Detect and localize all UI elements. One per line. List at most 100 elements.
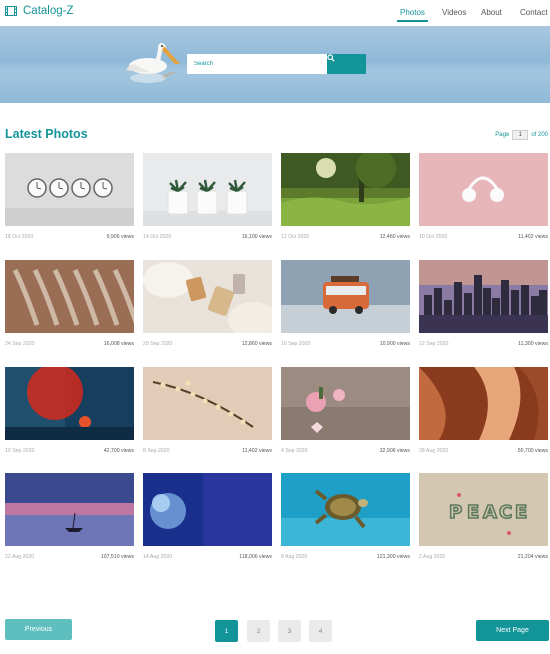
photo-views: 42,700 views [103,448,134,454]
photo-meta: 10 Oct 2020 11,402 views [419,234,548,240]
photo-thumbnail[interactable] [5,260,134,333]
nav-about[interactable]: About [481,8,502,17]
page-total: of 200 [531,132,548,138]
next-page-button[interactable]: Next Page [476,620,549,641]
nav-contact[interactable]: Contact [520,8,548,17]
photo-date: 28 Aug 2020 [419,448,449,454]
photo-image [143,367,272,440]
photo-thumbnail[interactable] [281,367,410,440]
photo-thumbnail[interactable] [143,473,272,546]
photo-date: 22 Aug 2020 [5,554,35,560]
photo-views: 121,300 views [376,554,410,560]
photo-image [143,153,272,226]
photo-thumbnail[interactable] [419,367,548,440]
photo-date: 4 Sep 2020 [281,448,308,454]
photo-thumbnail[interactable] [281,473,410,546]
photo-thumbnail[interactable] [143,367,272,440]
photo-views: 118,006 views [239,554,272,560]
photo-meta: 18 Oct 2020 9,906 views [5,234,134,240]
photo-views: 12,860 views [241,341,272,347]
svg-text:C: C [499,502,512,523]
photo-thumbnail[interactable] [419,260,548,333]
page-label: Page [495,132,510,138]
page-4-button[interactable]: 4 [309,620,332,642]
photo-meta: 14 Oct 2020 16,100 views [143,234,272,240]
photo-image [5,367,134,440]
nav-active-indicator [397,20,428,22]
nav-photos[interactable]: Photos [400,8,425,17]
photo-thumbnail[interactable]: PEACE [419,473,548,546]
brand-name: Catalog-Z [23,5,74,17]
search-input[interactable] [187,54,327,74]
photo-thumbnail[interactable] [281,153,410,226]
photo-views: 16,008 views [103,341,134,347]
photo-meta: 2 Aug 2020 21,204 views [419,554,548,560]
photo-meta: 12 Oct 2020 12,460 views [281,234,410,240]
photo-views: 50,700 views [517,448,548,454]
photo-thumbnail[interactable] [143,260,272,333]
photo-meta: 10 Sep 2020 42,700 views [5,448,134,454]
photo-date: 20 Sep 2020 [143,341,173,347]
photo-date: 14 Aug 2020 [143,554,173,560]
photo-meta: 16 Sep 2020 10,900 views [281,341,410,347]
navbar: Catalog-Z Photos Videos About Contact [0,0,550,26]
photo-thumbnail[interactable] [143,153,272,226]
photo-image [281,153,410,226]
search-icon [327,54,335,62]
svg-text:E: E [515,502,527,523]
photo-image [143,473,272,546]
photo-date: 10 Sep 2020 [5,448,35,454]
photo-image [419,367,548,440]
photo-thumbnail[interactable] [419,153,548,226]
photo-views: 107,510 views [100,554,134,560]
photo-views: 10,900 views [379,341,410,347]
nav-videos[interactable]: Videos [442,8,466,17]
photo-image [281,473,410,546]
svg-text:P: P [449,502,462,523]
photo-date: 18 Oct 2020 [5,234,34,240]
photo-views: 12,460 views [379,234,410,240]
photo-views: 11,402 views [518,234,548,240]
page-3-button[interactable]: 3 [278,620,301,642]
photo-meta: 28 Aug 2020 50,700 views [419,448,548,454]
photo-views: 11,300 views [518,341,548,347]
page-number-input[interactable]: 1 [512,130,529,140]
photo-date: 10 Oct 2020 [419,234,448,240]
photo-image [143,260,272,333]
previous-button[interactable]: Previous [5,619,72,640]
photo-date: 12 Sep 2020 [419,341,449,347]
photo-meta: 20 Sep 2020 12,860 views [143,341,272,347]
photo-thumbnail[interactable] [281,260,410,333]
section-title: Latest Photos [5,127,88,141]
photo-meta: 4 Sep 2020 32,906 views [281,448,410,454]
photo-date: 12 Oct 2020 [281,234,310,240]
photo-image [5,473,134,546]
photo-image [281,367,410,440]
photo-views: 32,906 views [379,448,410,454]
photo-image [5,153,134,226]
photo-date: 14 Oct 2020 [143,234,172,240]
photo-date: 8 Aug 2020 [281,554,308,560]
svg-text:E: E [467,502,479,523]
search-button[interactable] [327,54,366,74]
page-1-button[interactable]: 1 [215,620,238,642]
brand-logo[interactable]: Catalog-Z [5,5,74,17]
photo-thumbnail[interactable] [5,153,134,226]
page-indicator: Page 1 of 200 [495,130,548,140]
photo-image: PEACE [419,473,548,546]
photo-image [419,260,548,333]
photo-meta: 24 Sep 2020 16,008 views [5,341,134,347]
photo-thumbnail[interactable] [5,473,134,546]
photo-meta: 8 Sep 2020 11,402 views [143,448,272,454]
svg-text:A: A [483,502,497,523]
photo-meta: 8 Aug 2020 121,300 views [281,554,410,560]
photo-meta: 12 Sep 2020 11,300 views [419,341,548,347]
page-2-button[interactable]: 2 [247,620,270,642]
photo-date: 24 Sep 2020 [5,341,35,347]
photo-views: 16,100 views [241,234,272,240]
photo-image [419,153,548,226]
photo-date: 8 Sep 2020 [143,448,170,454]
photo-meta: 22 Aug 2020 107,510 views [5,554,134,560]
photo-thumbnail[interactable] [5,367,134,440]
photo-meta: 14 Aug 2020 118,006 views [143,554,272,560]
